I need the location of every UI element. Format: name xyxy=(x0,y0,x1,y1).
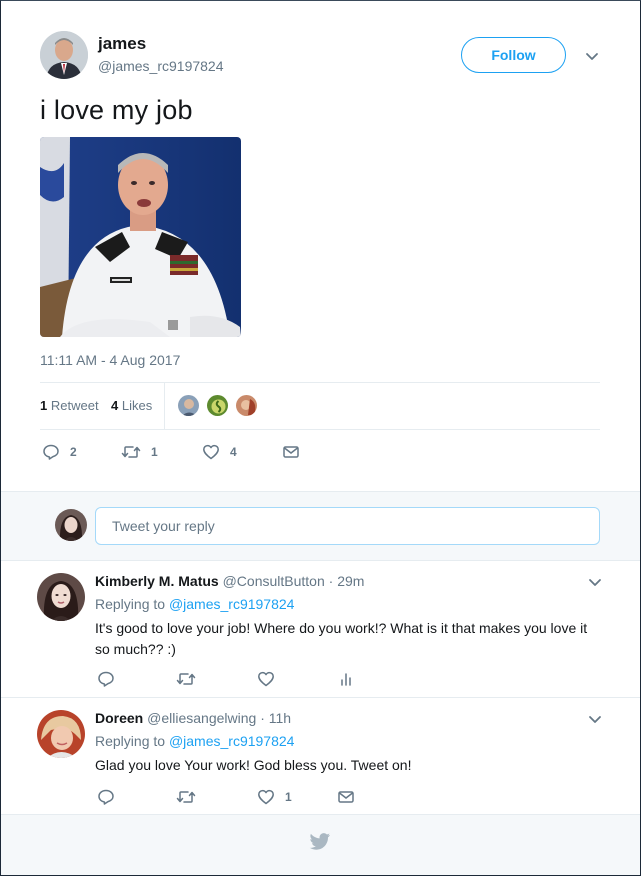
replying-to-link[interactable]: @james_rc9197824 xyxy=(169,733,295,749)
chevron-down-icon[interactable] xyxy=(587,574,603,590)
replying-to: Replying to @james_rc9197824 xyxy=(95,596,294,612)
author-name[interactable]: james xyxy=(98,34,146,54)
dot-separator: · xyxy=(328,573,334,589)
reply-author-name[interactable]: Kimberly M. Matus xyxy=(95,573,219,589)
replying-to: Replying to @james_rc9197824 xyxy=(95,733,294,749)
envelope-icon xyxy=(337,789,355,805)
retweet-count: 1 xyxy=(151,445,158,459)
like-count: 4 xyxy=(230,445,237,459)
reply-action[interactable] xyxy=(97,788,115,806)
like-count: 1 xyxy=(285,790,292,804)
likes-label: Likes xyxy=(121,398,153,413)
retweet-action[interactable] xyxy=(176,788,196,806)
tweet-timestamp[interactable]: 11:11 AM - 4 Aug 2017 xyxy=(40,352,180,368)
heart-icon xyxy=(202,443,220,461)
reply-icon xyxy=(42,443,60,461)
retweets-label: Retweet xyxy=(50,398,99,413)
analytics-action[interactable] xyxy=(338,671,354,687)
stats-divider-top xyxy=(40,382,600,383)
tweet-photo[interactable] xyxy=(40,137,241,337)
retweet-action[interactable]: 1 xyxy=(121,443,158,461)
reply-header: Kimberly M. Matus @ConsultButton · 29m xyxy=(95,573,364,589)
like-action[interactable]: 4 xyxy=(202,443,237,461)
twitter-bird-icon xyxy=(309,832,331,852)
heart-icon xyxy=(257,788,275,806)
author-avatar[interactable] xyxy=(40,31,88,79)
direct-message-action[interactable] xyxy=(337,789,355,805)
current-user-avatar xyxy=(55,509,87,541)
reply-text: Glad you love Your work! God bless you. … xyxy=(95,757,412,773)
replying-prefix: Replying to xyxy=(95,733,166,749)
retweet-icon xyxy=(176,788,196,806)
liker-avatar[interactable] xyxy=(235,394,258,417)
tweet-text: i love my job xyxy=(40,95,193,125)
reply-time[interactable]: 29m xyxy=(337,573,364,589)
liker-avatar[interactable] xyxy=(206,394,229,417)
stats-divider-bottom xyxy=(40,429,600,430)
reply-count: 2 xyxy=(70,445,77,459)
liker-avatar[interactable] xyxy=(177,394,200,417)
author-handle[interactable]: @james_rc9197824 xyxy=(98,58,224,74)
replying-to-link[interactable]: @james_rc9197824 xyxy=(169,596,295,612)
analytics-icon xyxy=(338,671,354,687)
reply-action[interactable] xyxy=(97,670,115,688)
retweet-icon xyxy=(121,443,141,461)
reply-text: It's good to love your job! Where do you… xyxy=(95,620,588,657)
like-action[interactable]: 1 xyxy=(257,788,292,806)
reply-icon xyxy=(97,788,115,806)
reply-author-handle[interactable]: @elliesangelwing xyxy=(147,710,256,726)
reply-time[interactable]: 11h xyxy=(269,710,291,726)
retweet-icon xyxy=(176,670,196,688)
like-action[interactable] xyxy=(257,670,275,688)
reply-author-handle[interactable]: @ConsultButton xyxy=(223,573,325,589)
likes-stat[interactable]: 4 Likes xyxy=(111,398,152,413)
follow-button[interactable]: Follow xyxy=(461,37,566,73)
direct-message-action[interactable] xyxy=(282,444,300,460)
chevron-down-icon[interactable] xyxy=(584,48,600,64)
likes-count: 4 xyxy=(111,398,119,413)
dot-separator: · xyxy=(260,710,265,726)
retweet-action[interactable] xyxy=(176,670,196,688)
retweets-stat[interactable]: 1 Retweet xyxy=(40,398,99,413)
replying-prefix: Replying to xyxy=(95,596,166,612)
stats-divider-vertical xyxy=(164,382,165,429)
envelope-icon xyxy=(282,444,300,460)
reply-header: Doreen @elliesangelwing · 11h xyxy=(95,710,291,726)
retweets-count: 1 xyxy=(40,398,48,413)
heart-icon xyxy=(257,670,275,688)
chevron-down-icon[interactable] xyxy=(587,711,603,727)
reply-input[interactable] xyxy=(95,507,600,545)
reply-action[interactable]: 2 xyxy=(42,443,77,461)
reply-avatar[interactable] xyxy=(37,710,85,758)
reply-avatar[interactable] xyxy=(37,573,85,621)
reply-author-name[interactable]: Doreen xyxy=(95,710,143,726)
reply-icon xyxy=(97,670,115,688)
